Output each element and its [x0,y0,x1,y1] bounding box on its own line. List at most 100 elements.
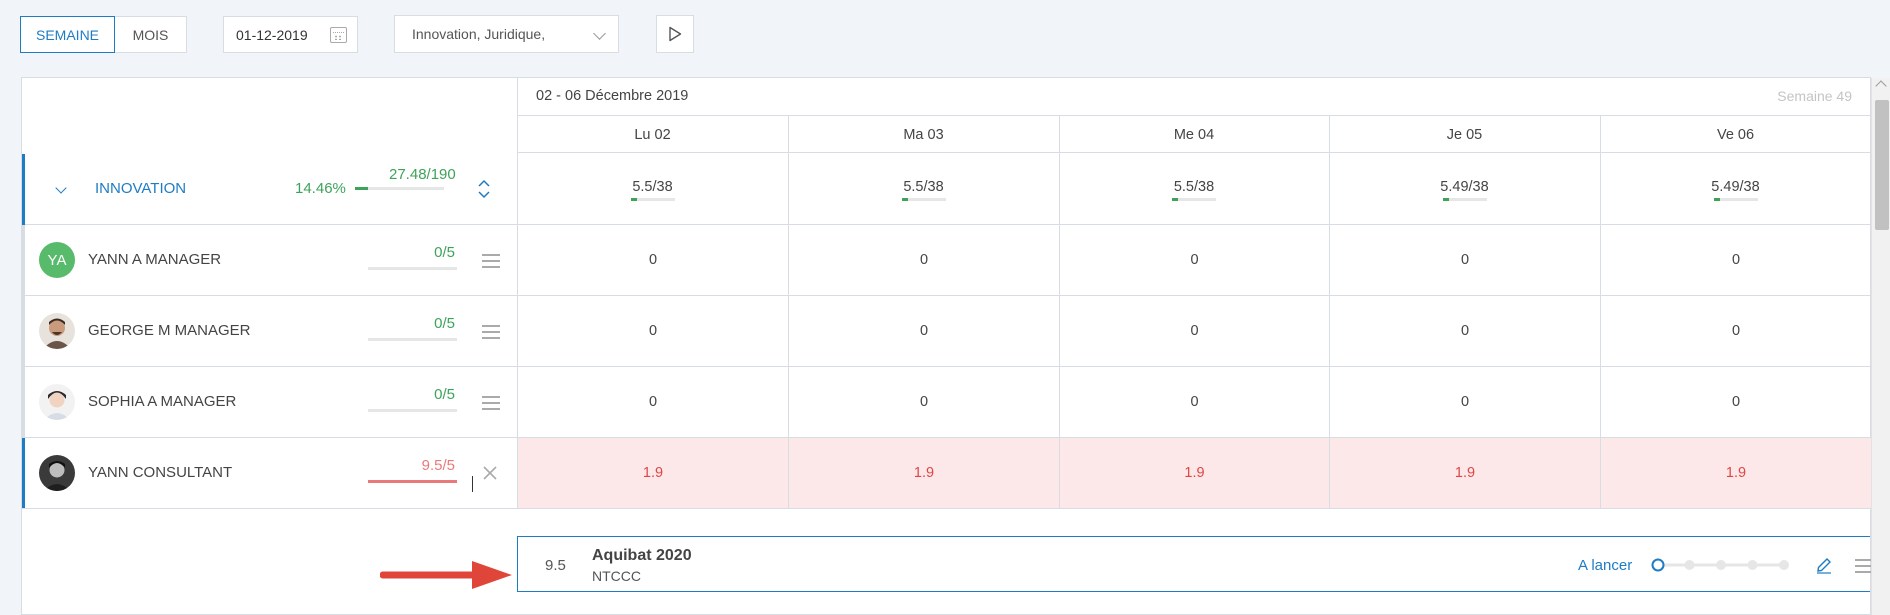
group-name: INNOVATION [95,180,187,197]
day-cell[interactable]: 1.9 [1330,438,1600,508]
scroll-up-icon[interactable] [1875,80,1887,92]
person-row[interactable]: GEORGE M MANAGER 0/5 [22,296,517,366]
status-step [1716,560,1726,570]
group-day-cell: 5.5/38 [1059,154,1329,225]
person-ratio: 0/5 [434,386,455,403]
date-picker[interactable]: 01-12-2019 [223,16,358,53]
day-header: Me 04 [1173,126,1215,143]
date-value: 01-12-2019 [236,26,308,43]
status-step [1684,560,1695,570]
month-view-button[interactable]: MOIS [115,16,187,53]
group-progress-bar [355,187,444,190]
person-progress-bar [368,267,457,270]
day-header: Ma 03 [903,126,944,143]
day-cell[interactable]: 0 [1601,296,1871,366]
week-number: Semaine 49 [1777,88,1852,104]
status-stepper[interactable] [1651,558,1791,572]
edit-icon[interactable] [1815,556,1833,574]
person-name: YANN CONSULTANT [88,464,233,481]
group-day-value: 5.49/38 [1711,178,1760,195]
group-day-fill [630,197,637,201]
week-view-button[interactable]: SEMAINE [20,16,115,53]
person-name: YANN A MANAGER [88,251,222,268]
day-cell[interactable]: 1.9 [518,438,788,508]
person-name: GEORGE M MANAGER [88,322,251,339]
person-ratio: 9.5/5 [421,457,455,474]
group-day-cell: 5.5/38 [517,154,788,225]
person-ratio: 0/5 [434,244,455,261]
day-cell[interactable]: 0 [789,296,1059,366]
day-cell[interactable]: 0 [1060,367,1329,437]
person-row-selected[interactable]: YANN CONSULTANT 9.5/5 [22,438,517,508]
status-step [1651,558,1665,572]
group-day-bar [1713,197,1758,201]
group-row-innovation[interactable]: INNOVATION 14.46% 27.48/190 [22,154,517,225]
day-cell[interactable]: 0 [1601,367,1871,437]
sort-icon[interactable] [477,177,491,201]
scrollbar-thumb[interactable] [1875,100,1889,230]
day-cell[interactable]: 0 [789,225,1059,295]
period-label: 02 - 06 Décembre 2019 [536,88,689,104]
person-name: SOPHIA A MANAGER [88,393,237,410]
group-percent: 14.46% [295,180,346,197]
day-cell[interactable]: 0 [518,225,788,295]
person-progress-bar [368,338,457,341]
group-day-bar [1172,197,1216,201]
day-cell[interactable]: 0 [1330,296,1600,366]
status-step [1779,560,1789,570]
group-day-fill [1172,197,1179,201]
task-row[interactable]: 9.5 Aquibat 2020 NTCCC A lancer [517,536,1871,592]
group-day-bar [1442,197,1487,201]
day-cell[interactable]: 1.9 [1060,438,1329,508]
day-cell[interactable]: 1.9 [1601,438,1871,508]
group-day-value: 5.49/38 [1440,178,1489,195]
day-cell[interactable]: 0 [1060,225,1329,295]
play-icon [669,26,682,42]
person-row[interactable]: SOPHIA A MANAGER 0/5 [22,367,517,437]
group-day-bar [901,197,946,201]
avatar [39,313,75,349]
team-filter-select[interactable]: Innovation, Juridique, [394,15,619,53]
planning-grid: 02 - 06 Décembre 2019 Semaine 49 Lu 02 M… [21,77,1871,615]
chevron-down-icon [593,27,606,40]
person-progress-bar [368,480,457,483]
person-row[interactable]: YA YANN A MANAGER 0/5 [22,225,517,295]
group-day-cell: 5.49/38 [1329,154,1600,225]
day-cell[interactable]: 0 [1330,225,1600,295]
day-cell[interactable]: 0 [1060,296,1329,366]
day-header: Lu 02 [634,126,671,143]
group-day-cell: 5.5/38 [788,154,1059,225]
day-cell[interactable]: 0 [1601,225,1871,295]
text-cursor [472,476,473,492]
day-header: Je 05 [1446,126,1483,143]
collapse-chevron-icon[interactable] [55,182,67,194]
day-cell[interactable]: 1.9 [789,438,1059,508]
group-day-fill [1442,197,1449,201]
status-step [1747,560,1758,570]
menu-icon[interactable] [482,396,500,410]
task-status[interactable]: A lancer [1578,557,1632,574]
day-cell[interactable]: 0 [789,367,1059,437]
group-day-value: 5.5/38 [632,178,673,195]
day-cell[interactable]: 0 [1330,367,1600,437]
menu-icon[interactable] [482,325,500,339]
task-hours: 9.5 [545,557,566,574]
person-ratio: 0/5 [434,315,455,332]
red-arrow-annotation [380,561,512,589]
avatar [39,455,75,491]
person-progress-bar [368,409,457,412]
view-toggle: SEMAINE MOIS [20,16,187,53]
day-cell[interactable]: 0 [518,296,788,366]
menu-icon[interactable] [482,254,500,268]
apply-button[interactable] [656,15,694,53]
calendar-icon[interactable] [330,27,347,43]
close-icon[interactable] [482,465,498,481]
group-day-bar [630,197,675,201]
avatar: YA [39,242,75,278]
team-filter-value: Innovation, Juridique, [412,26,546,42]
group-day-fill [901,197,908,201]
group-day-value: 5.5/38 [1173,178,1215,195]
task-menu-icon[interactable] [1855,559,1871,577]
day-cell[interactable]: 0 [518,367,788,437]
vertical-scrollbar[interactable] [1871,78,1890,615]
